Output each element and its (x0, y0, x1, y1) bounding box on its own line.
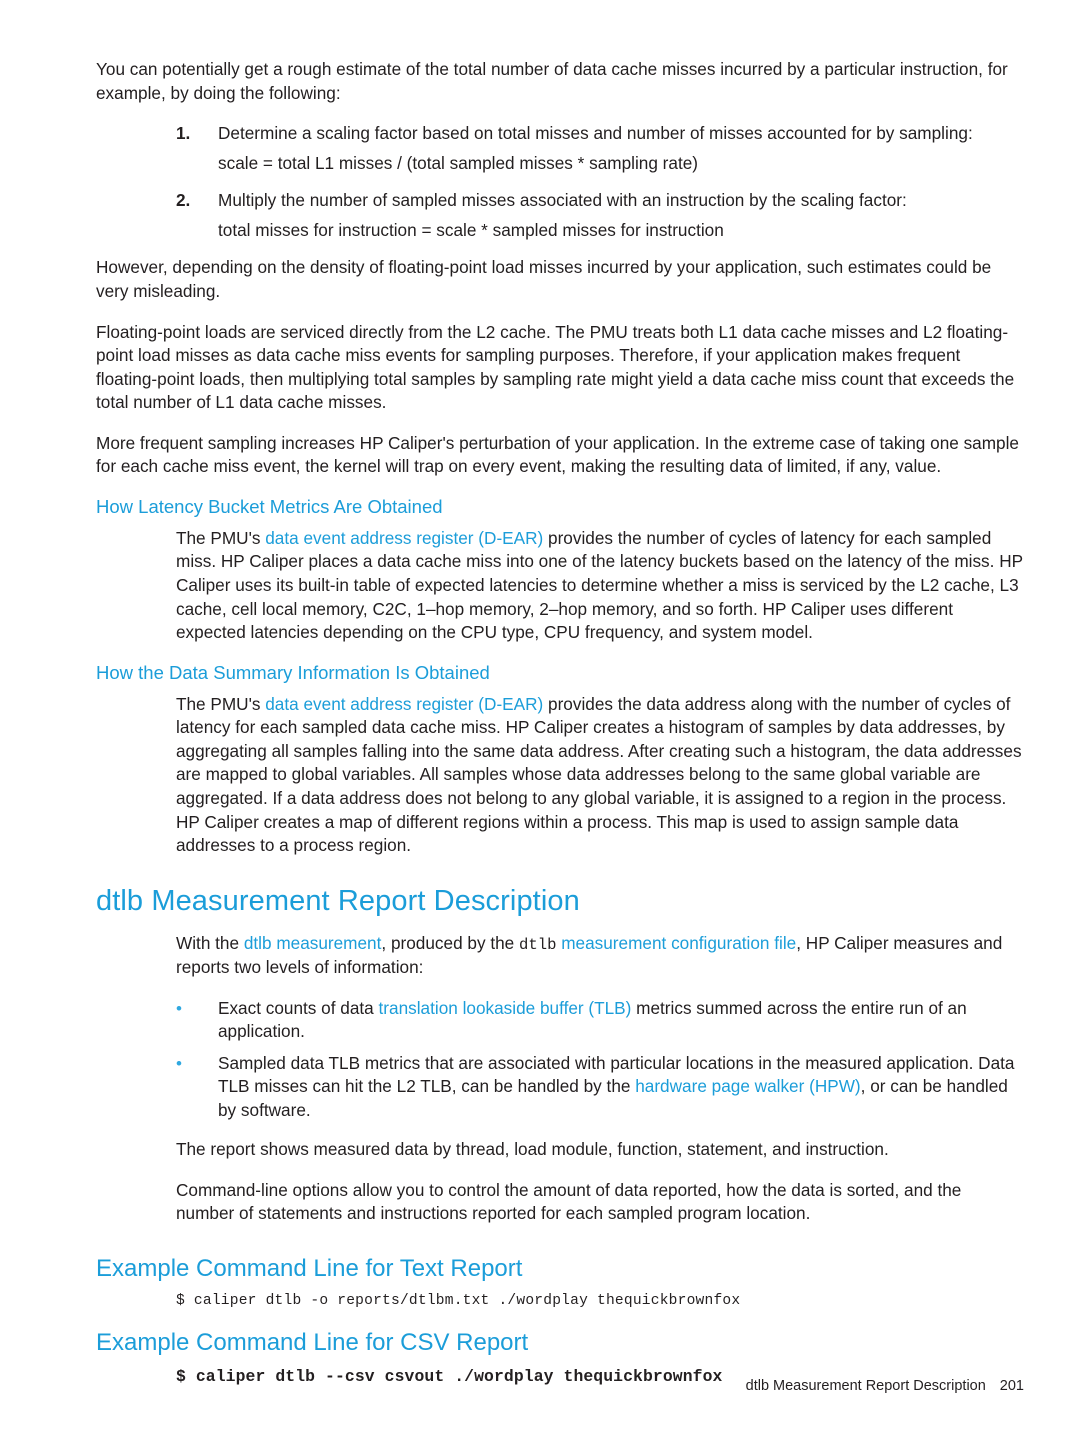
ordered-list-item: 1. Determine a scaling factor based on t… (176, 122, 1024, 146)
list-number: 2. (176, 190, 191, 211)
intro-paragraph-4: More frequent sampling increases HP Cali… (96, 432, 1019, 477)
summary-section-paragraph: The PMU's data event address register (D… (176, 693, 1024, 858)
bullet-text: Sampled data TLB metrics that are associ… (218, 1052, 1024, 1123)
footer-page-number: 201 (999, 1378, 1024, 1394)
intro-paragraph-3: Floating-point loads are serviced direct… (96, 321, 1015, 413)
list-number: 1. (176, 123, 191, 144)
heading-dtlb-measurement-report-description: dtlb Measurement Report Description (96, 884, 580, 917)
bullet-spacer (96, 1130, 1024, 1138)
total-misses-formula: total misses for instruction = scale * s… (218, 219, 724, 240)
footer-title: dtlb Measurement Report Description (745, 1378, 986, 1394)
latency-section-paragraph: The PMU's data event address register (D… (176, 527, 1024, 645)
bullet-dot-icon: • (176, 1053, 182, 1073)
heading-data-summary-information: How the Data Summary Information Is Obta… (96, 661, 490, 683)
link-data-event-address-register[interactable]: data event address register (D-EAR) (265, 694, 543, 714)
command-line-text-report: $ caliper dtlb -o reports/dtlbm.txt ./wo… (176, 1293, 741, 1310)
heading-example-command-line-text-report: Example Command Line for Text Report (96, 1255, 523, 1283)
list-text: Determine a scaling factor based on tota… (218, 123, 973, 144)
intro-paragraph-2: However, depending on the density of flo… (96, 257, 992, 301)
dtlb-intro-a: With the (176, 932, 244, 953)
summary-text-a: The PMU's (176, 693, 266, 714)
bullet-list-item: • Exact counts of data translation looka… (176, 997, 1024, 1044)
latency-text-a: The PMU's (176, 527, 266, 548)
heading-latency-bucket-metrics: How Latency Bucket Metrics Are Obtained (96, 495, 443, 517)
heading-example-command-line-csv-report: Example Command Line for CSV Report (96, 1329, 529, 1357)
dtlb-mono-token: dtlb (519, 935, 557, 954)
intro-paragraph-1: You can potentially get a rough estimate… (96, 59, 1008, 103)
link-dtlb-measurement[interactable]: dtlb measurement (244, 933, 382, 953)
link-hardware-page-walker[interactable]: hardware page walker (HPW) (635, 1076, 860, 1096)
dtlb-intro-b: , produced by the (381, 932, 519, 953)
bullet1-text-a: Exact counts of data (218, 997, 379, 1018)
list-text: Multiply the number of sampled misses as… (218, 190, 907, 211)
dtlb-intro-paragraph: With the dtlb measurement, produced by t… (176, 932, 1024, 980)
link-translation-lookaside-buffer[interactable]: translation lookaside buffer (TLB) (379, 998, 632, 1018)
bullet-text: Exact counts of data translation lookasi… (218, 997, 1024, 1044)
bullet-list-item: • Sampled data TLB metrics that are asso… (176, 1052, 1024, 1123)
document-page: You can potentially get a rough estimate… (0, 0, 1080, 1438)
scale-formula: scale = total L1 misses / (total sampled… (218, 152, 699, 173)
dtlb-paragraph-after-2: Command-line options allow you to contro… (176, 1179, 962, 1224)
ordered-list-item: 2. Multiply the number of sampled misses… (176, 189, 1024, 213)
summary-text-b: provides the data address along with the… (176, 693, 1022, 856)
page-footer: dtlb Measurement Report Description 201 (0, 1378, 1024, 1394)
page-content: You can potentially get a rough estimate… (96, 58, 1024, 1406)
link-data-event-address-register[interactable]: data event address register (D-EAR) (265, 528, 543, 548)
link-measurement-configuration-file[interactable]: measurement configuration file (556, 933, 796, 953)
bullet-dot-icon: • (176, 998, 182, 1018)
dtlb-paragraph-after-1: The report shows measured data by thread… (176, 1139, 889, 1160)
